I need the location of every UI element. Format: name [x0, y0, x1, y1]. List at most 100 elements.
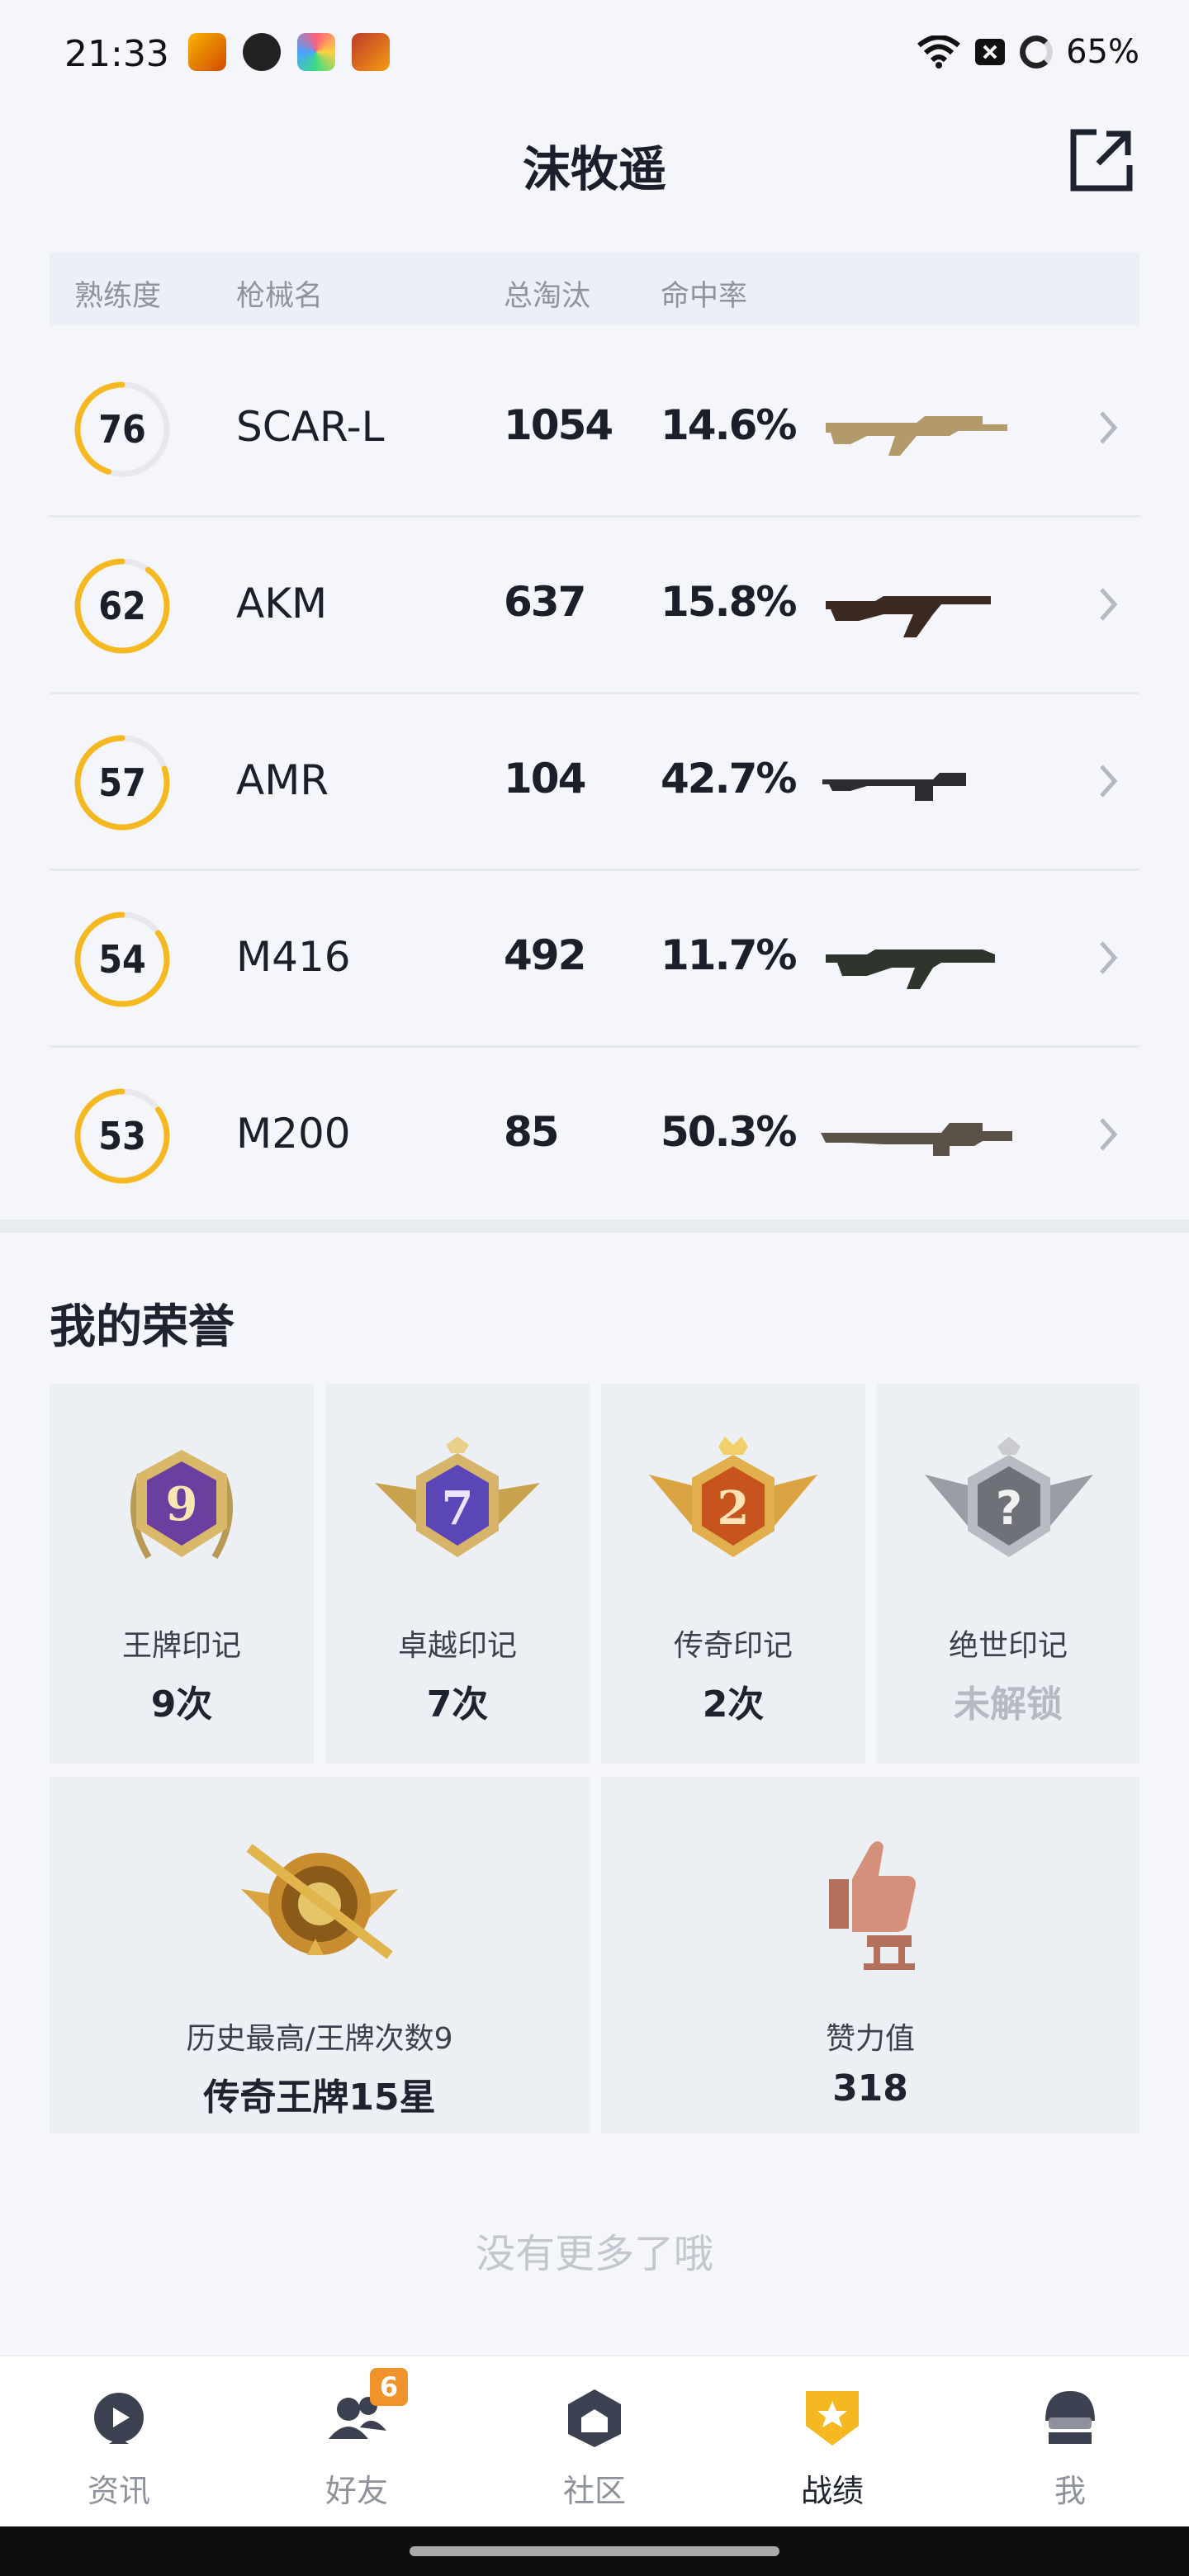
nav-label: 社区: [562, 2473, 626, 2509]
system-icons: 65%: [917, 33, 1139, 71]
column-kills: 总淘汰: [504, 280, 591, 313]
photos-app-icon: [297, 33, 335, 71]
amr-sniper-icon: [822, 773, 966, 801]
nav-label: 我: [1054, 2473, 1086, 2509]
thumbs-up-trophy-icon: [829, 1841, 916, 1970]
honors-title: 我的荣誉: [50, 1300, 234, 1354]
gesture-area: [0, 2526, 1189, 2576]
battery-percent: 65%: [1066, 33, 1139, 71]
weapon-row[interactable]: 62 AKM 637 15.8%: [50, 517, 1139, 694]
weapon-table-header: 熟练度 枪械名 总淘汰 命中率: [50, 253, 1139, 325]
nav-item-profile[interactable]: 我: [951, 2356, 1189, 2528]
nav-label-active: 战绩: [800, 2473, 864, 2509]
honor-card-legend[interactable]: 2 传奇印记 2次: [601, 1384, 865, 1764]
bottom-nav: 资讯 6 好友 社区 战绩 我: [0, 2355, 1189, 2528]
accuracy-value: 15.8%: [661, 578, 797, 626]
notification-icons: [188, 33, 390, 71]
honor-card-ace[interactable]: 9 王牌印记 9次: [50, 1384, 314, 1764]
clock: 21:33: [64, 33, 169, 75]
honor-value-locked: 未解锁: [954, 1683, 1063, 1726]
kills-value: 492: [504, 931, 586, 979]
status-bar: 21:33 65%: [0, 0, 1189, 99]
page-title: 沫牧遥: [522, 141, 666, 197]
honor-card-peerless[interactable]: ? 绝世印记 未解锁: [877, 1384, 1139, 1764]
chevron-right-icon: [1100, 765, 1118, 798]
chevron-right-icon: [1100, 1118, 1118, 1151]
weapon-name: AMR: [236, 756, 329, 804]
akm-rifle-icon: [826, 596, 991, 637]
column-accuracy: 命中率: [661, 280, 748, 313]
m200-sniper-icon: [821, 1123, 1012, 1156]
weapon-row[interactable]: 53 M200 85 50.3%: [50, 1047, 1139, 1224]
honor-label: 绝世印记: [948, 1629, 1068, 1663]
external-share-icon: [1070, 129, 1133, 192]
nav-item-community[interactable]: 社区: [476, 2356, 713, 2528]
honor-value: 2次: [702, 1683, 765, 1726]
chevron-right-icon: [1100, 411, 1118, 444]
nav-label: 资讯: [87, 2473, 150, 2509]
kills-value: 637: [504, 578, 586, 626]
honor-value: 7次: [426, 1683, 489, 1726]
honor-label: 传奇印记: [673, 1629, 793, 1663]
battery-icon: [1020, 36, 1054, 69]
accuracy-value: 11.7%: [661, 931, 797, 979]
share-button[interactable]: [1068, 127, 1135, 193]
accuracy-value: 50.3%: [661, 1108, 797, 1156]
hero-game-icon: [352, 33, 390, 71]
m416-rifle-icon: [826, 949, 995, 989]
accuracy-value: 42.7%: [661, 755, 797, 803]
legend-numeral: 2: [718, 1481, 750, 1536]
highest-rank-card[interactable]: 历史最高/王牌次数9 传奇王牌15星: [50, 1777, 590, 2133]
chevron-right-icon: [1100, 588, 1118, 621]
mastery-value: 54: [98, 937, 146, 982]
mastery-value: 62: [98, 584, 146, 628]
column-mastery: 熟练度: [74, 280, 162, 313]
home-gesture-bar[interactable]: [410, 2546, 779, 2556]
scar-l-rifle-icon: [826, 416, 1007, 456]
praise-card[interactable]: 赞力值 318: [601, 1777, 1139, 2133]
end-of-list-note: 没有更多了哦: [475, 2231, 713, 2277]
weapon-name: AKM: [236, 580, 328, 627]
weapon-name: M416: [236, 933, 351, 981]
honor-value: 9次: [150, 1683, 213, 1726]
praise-label: 赞力值: [825, 2022, 915, 2056]
nav-item-news[interactable]: 资讯: [0, 2356, 238, 2528]
ace-mark-badge: 9: [130, 1450, 233, 1560]
peerless-numeral: ?: [996, 1482, 1022, 1536]
weapon-row[interactable]: 54 M416 492 11.7%: [50, 870, 1139, 1048]
excellence-numeral: 7: [442, 1481, 474, 1536]
honor-label: 王牌印记: [121, 1629, 241, 1663]
honor-label: 卓越印记: [397, 1629, 517, 1663]
highest-rank-label: 历史最高/王牌次数9: [186, 2022, 453, 2056]
nav-item-friends[interactable]: 6 好友: [238, 2356, 476, 2528]
weapon-name: SCAR-L: [236, 403, 385, 451]
profile-icon: [1045, 2391, 1095, 2444]
news-icon: [94, 2393, 144, 2444]
honor-card-excellence[interactable]: 7 卓越印记 7次: [325, 1384, 590, 1764]
community-icon: [568, 2389, 621, 2447]
kills-value: 104: [504, 755, 586, 803]
ace-numeral: 9: [166, 1477, 198, 1532]
mastery-value: 76: [98, 407, 146, 452]
mastery-value: 57: [98, 760, 146, 805]
wifi-icon: [917, 36, 961, 69]
peerless-mark-badge: ?: [925, 1437, 1093, 1557]
column-weapon: 枪械名: [236, 280, 324, 313]
rank-crest-badge: [241, 1844, 398, 1959]
friends-notification-badge: 6: [370, 2368, 408, 2406]
nav-item-record[interactable]: 战绩: [713, 2356, 951, 2528]
nav-label: 好友: [324, 2473, 388, 2509]
game-app-icon: [188, 33, 226, 71]
highest-rank-value: 传奇王牌15星: [203, 2076, 436, 2119]
weapon-row[interactable]: 76 SCAR-L 1054 14.6%: [50, 340, 1139, 518]
legend-mark-badge: 2: [649, 1437, 817, 1557]
weapon-name: M200: [236, 1110, 351, 1158]
praise-value: 318: [832, 2067, 908, 2110]
kills-value: 85: [504, 1108, 560, 1156]
excellence-mark-badge: 7: [375, 1437, 540, 1557]
chevron-right-icon: [1100, 941, 1118, 974]
no-sim-icon: [975, 39, 1006, 65]
mastery-value: 53: [98, 1114, 146, 1158]
weapon-row[interactable]: 57 AMR 104 42.7%: [50, 694, 1139, 871]
kills-value: 1054: [504, 401, 613, 449]
